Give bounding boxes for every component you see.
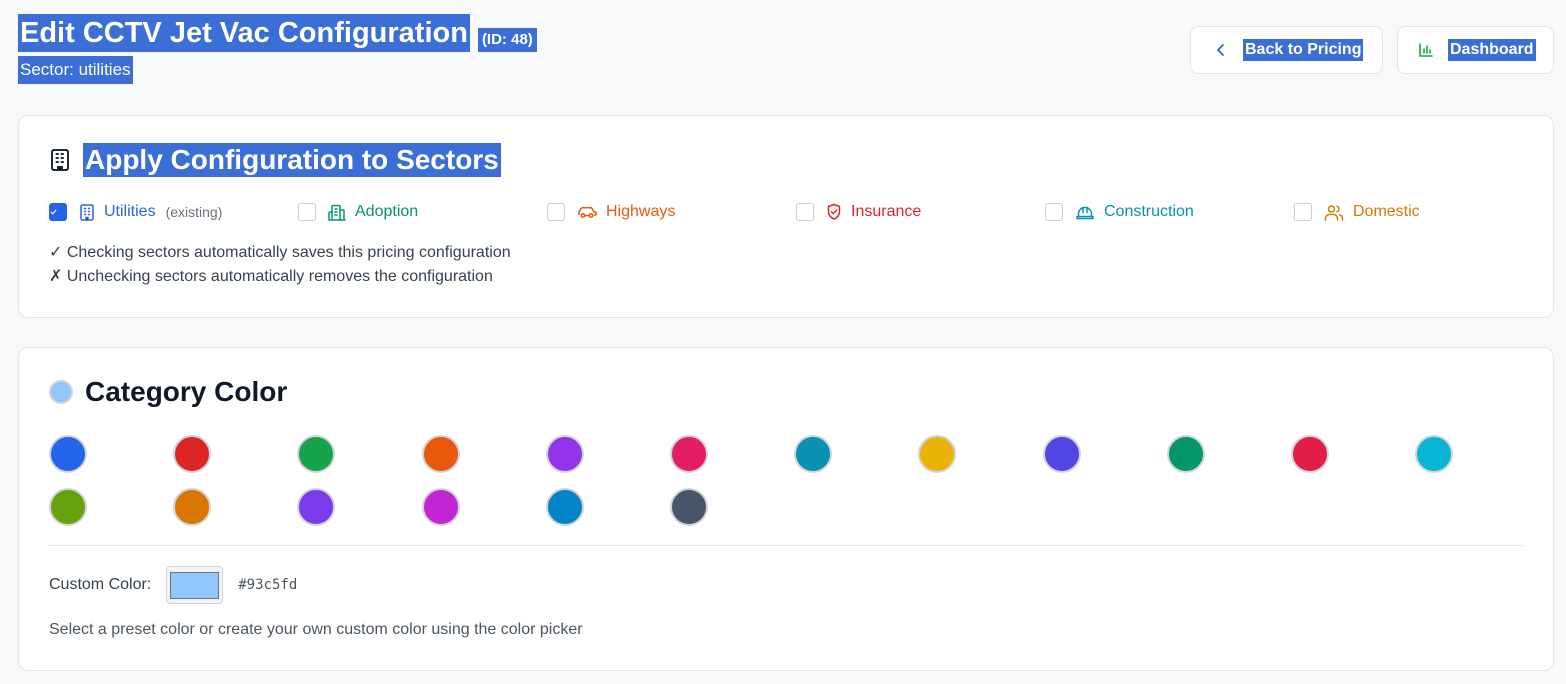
custom-color-picker[interactable] — [166, 566, 224, 604]
back-to-pricing-label: Back to Pricing — [1243, 39, 1364, 61]
sector-option-domestic[interactable]: Domestic — [1294, 201, 1420, 223]
page-title: Edit CCTV Jet Vac Configuration — [18, 14, 470, 52]
note-checking: ✓ Checking sectors automatically saves t… — [49, 244, 511, 261]
building-icon — [80, 203, 94, 221]
building-icon — [51, 149, 69, 171]
color-help-text: Select a preset color or create your own… — [49, 621, 583, 638]
divider — [49, 545, 1525, 546]
color-swatch[interactable] — [422, 488, 460, 526]
adoption-label: Adoption — [355, 203, 419, 220]
users-icon — [1324, 204, 1344, 221]
config-id-badge: (ID: 48) — [477, 28, 537, 52]
color-swatch[interactable] — [49, 488, 87, 526]
color-card-title: Category Color — [85, 376, 288, 407]
color-card-header: Category Color — [49, 375, 289, 409]
color-swatch[interactable] — [1415, 435, 1453, 473]
color-swatch[interactable] — [173, 488, 211, 526]
sectors-card-title: Apply Configuration to Sectors — [83, 143, 501, 177]
color-swatch[interactable] — [670, 488, 708, 526]
color-swatch[interactable] — [546, 488, 584, 526]
sector-option-utilities[interactable]: Utilities (existing) — [49, 201, 222, 223]
domestic-checkbox[interactable] — [1294, 203, 1312, 221]
color-swatch[interactable] — [173, 435, 211, 473]
page-header: Edit CCTV Jet Vac Configuration (ID: 48)… — [18, 14, 537, 84]
shield-icon — [827, 203, 841, 220]
color-swatch[interactable] — [422, 435, 460, 473]
title-row: Edit CCTV Jet Vac Configuration (ID: 48) — [18, 14, 537, 52]
insurance-label: Insurance — [851, 203, 922, 220]
color-swatch[interactable] — [670, 435, 708, 473]
construction-checkbox[interactable] — [1045, 203, 1063, 221]
highways-label: Highways — [606, 203, 676, 220]
hard-hat-icon — [1076, 206, 1094, 220]
category-color-card: Category Color Custom Color: #93c5fd Sel… — [18, 347, 1554, 671]
existing-tag: (existing) — [165, 204, 223, 220]
building-2-icon — [328, 204, 346, 221]
custom-color-preview — [170, 571, 220, 599]
color-swatch[interactable] — [297, 488, 335, 526]
sector-option-construction[interactable]: Construction — [1045, 201, 1194, 223]
utilities-label: Utilities — [104, 203, 156, 220]
sector-option-adoption[interactable]: Adoption — [298, 201, 418, 223]
construction-label: Construction — [1104, 203, 1194, 220]
custom-color-row: Custom Color: #93c5fd — [49, 566, 297, 604]
highways-checkbox[interactable] — [547, 203, 565, 221]
check-icon — [50, 209, 57, 215]
custom-color-label: Custom Color: — [49, 576, 152, 593]
color-swatch[interactable] — [1043, 435, 1081, 473]
adoption-checkbox[interactable] — [298, 203, 316, 221]
color-swatch[interactable] — [918, 435, 956, 473]
domestic-label: Domestic — [1353, 203, 1420, 220]
dashboard-label: Dashboard — [1448, 39, 1536, 61]
sector-checkbox-list: Utilities (existing) Adoption Highways I… — [49, 201, 1529, 223]
color-swatch[interactable] — [794, 435, 832, 473]
back-to-pricing-button[interactable]: Back to Pricing — [1190, 26, 1383, 74]
current-color-dot — [49, 380, 73, 404]
color-swatch[interactable] — [1291, 435, 1329, 473]
color-swatch[interactable] — [1167, 435, 1205, 473]
sector-notes: ✓ Checking sectors automatically saves t… — [49, 241, 511, 289]
sector-option-highways[interactable]: Highways — [547, 201, 675, 223]
car-icon — [578, 206, 597, 219]
color-swatch[interactable] — [49, 435, 87, 473]
sectors-card: Apply Configuration to Sectors Utilities… — [18, 115, 1554, 318]
utilities-checkbox[interactable] — [49, 203, 67, 221]
note-unchecking: ✗ Unchecking sectors automatically remov… — [49, 268, 493, 285]
bar-chart-icon — [1419, 43, 1433, 57]
dashboard-button[interactable]: Dashboard — [1397, 26, 1554, 74]
insurance-checkbox[interactable] — [796, 203, 814, 221]
color-swatch[interactable] — [546, 435, 584, 473]
sector-subtitle: Sector: utilities — [18, 56, 133, 84]
sectors-card-header: Apply Configuration to Sectors — [49, 143, 501, 177]
custom-color-hex: #93c5fd — [238, 577, 298, 593]
sector-option-insurance[interactable]: Insurance — [796, 201, 921, 223]
color-swatch[interactable] — [297, 435, 335, 473]
chevron-left-icon — [1217, 44, 1224, 56]
